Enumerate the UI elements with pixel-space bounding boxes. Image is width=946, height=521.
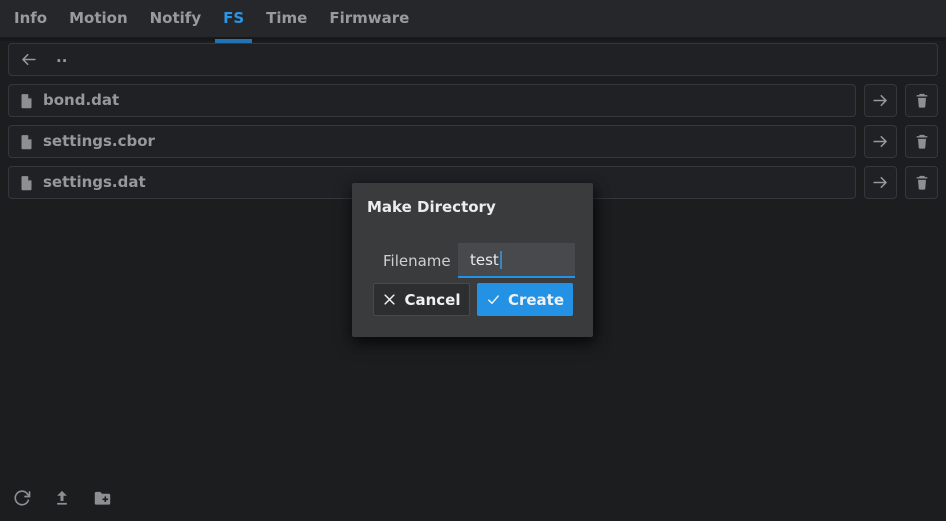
tab-time[interactable]: Time bbox=[266, 0, 307, 39]
file-icon bbox=[19, 174, 34, 192]
refresh-button[interactable] bbox=[13, 489, 31, 507]
arrow-right-icon bbox=[871, 173, 890, 192]
new-folder-icon bbox=[93, 490, 112, 507]
trash-icon bbox=[914, 174, 930, 191]
fs-toolbar bbox=[13, 489, 112, 507]
table-row: bond.dat bbox=[8, 84, 938, 117]
file-button[interactable]: bond.dat bbox=[8, 84, 856, 117]
dialog-title: Make Directory bbox=[352, 183, 593, 216]
cancel-label: Cancel bbox=[404, 291, 460, 309]
create-label: Create bbox=[508, 291, 564, 309]
filename-field-row: Filename test bbox=[383, 243, 593, 278]
dialog-buttons: Cancel Create bbox=[373, 283, 573, 316]
tab-firmware[interactable]: Firmware bbox=[329, 0, 409, 39]
file-name: settings.cbor bbox=[43, 134, 155, 149]
tab-notify[interactable]: Notify bbox=[150, 0, 201, 39]
file-button[interactable]: settings.cbor bbox=[8, 125, 856, 158]
up-directory-label: .. bbox=[47, 50, 67, 69]
row-up-directory: .. bbox=[8, 43, 938, 76]
up-directory-button[interactable]: .. bbox=[8, 43, 938, 76]
file-list: .. bond.dat settings.cbor bbox=[0, 41, 946, 199]
download-button[interactable] bbox=[864, 84, 897, 117]
filename-value: test bbox=[470, 251, 499, 269]
file-icon bbox=[19, 133, 34, 151]
download-button[interactable] bbox=[864, 166, 897, 199]
file-name: settings.dat bbox=[43, 175, 146, 190]
tab-fs[interactable]: FS bbox=[223, 0, 244, 39]
filename-input[interactable]: test bbox=[458, 243, 575, 278]
table-row: settings.cbor bbox=[8, 125, 938, 158]
create-button[interactable]: Create bbox=[477, 283, 573, 316]
refresh-icon bbox=[13, 489, 31, 507]
tab-info[interactable]: Info bbox=[14, 0, 47, 39]
trash-icon bbox=[914, 92, 930, 109]
filename-label: Filename bbox=[383, 252, 458, 270]
tab-motion[interactable]: Motion bbox=[69, 0, 128, 39]
download-button[interactable] bbox=[864, 125, 897, 158]
delete-button[interactable] bbox=[905, 125, 938, 158]
arrow-right-icon bbox=[871, 132, 890, 151]
arrow-right-icon bbox=[871, 91, 890, 110]
delete-button[interactable] bbox=[905, 166, 938, 199]
cancel-button[interactable]: Cancel bbox=[373, 283, 470, 316]
check-icon bbox=[486, 292, 501, 307]
make-directory-dialog: Make Directory Filename test Cancel Crea… bbox=[352, 183, 593, 337]
upload-icon bbox=[53, 489, 71, 507]
trash-icon bbox=[914, 133, 930, 150]
file-icon bbox=[19, 92, 34, 110]
text-caret bbox=[500, 251, 502, 269]
tab-bar: Info Motion Notify FS Time Firmware bbox=[0, 0, 946, 41]
arrow-left-icon bbox=[19, 50, 38, 69]
delete-button[interactable] bbox=[905, 84, 938, 117]
new-folder-button[interactable] bbox=[93, 490, 112, 507]
upload-button[interactable] bbox=[53, 489, 71, 507]
file-name: bond.dat bbox=[43, 93, 119, 108]
x-icon bbox=[382, 292, 397, 307]
